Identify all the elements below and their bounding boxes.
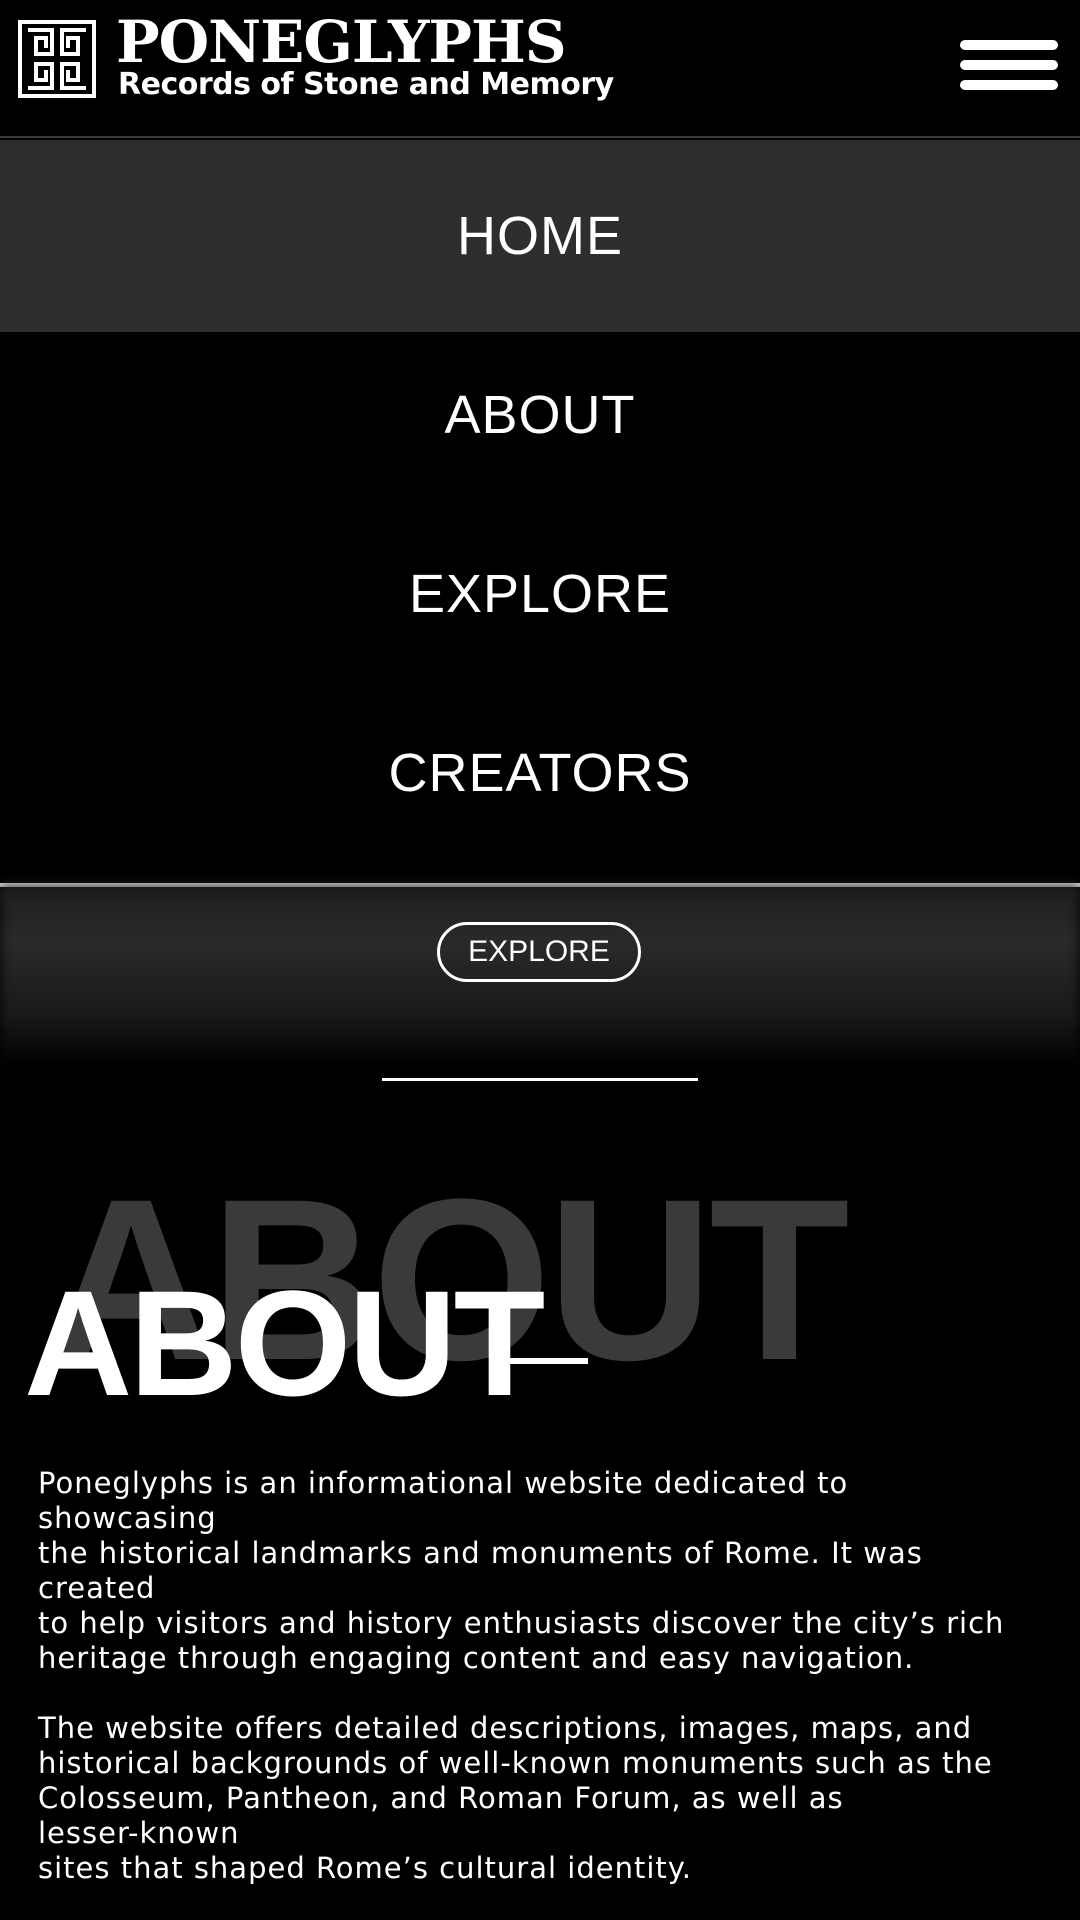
section-divider [382, 1078, 698, 1081]
about-text-line: Colosseum, Pantheon, and Roman Forum, as… [38, 1781, 844, 1815]
about-text-line: created [38, 1571, 156, 1605]
nav-item-home[interactable]: HOME [0, 140, 1080, 332]
menu-bar [960, 40, 1058, 50]
menu-bar [960, 60, 1058, 70]
menu-bar [960, 80, 1058, 90]
heading-underline [490, 1358, 588, 1364]
site-subtitle: Records of Stone and Memory [118, 67, 614, 102]
greek-key-icon[interactable] [18, 20, 96, 98]
about-text-line: The website offers detailed descriptions… [38, 1711, 973, 1745]
about-description: Poneglyphs is an informational website d… [38, 1466, 1038, 1886]
about-heading: ABOUT [24, 1259, 545, 1427]
nav-menu: HOME ABOUT EXPLORE CREATORS [0, 140, 1080, 885]
about-text-line: lesser-known [38, 1816, 240, 1850]
about-text-line: Poneglyphs is an informational website d… [38, 1466, 849, 1500]
hamburger-menu-icon[interactable] [960, 38, 1058, 98]
nav-item-creators[interactable]: CREATORS [0, 677, 1080, 869]
about-text-line: heritage through engaging content and ea… [38, 1641, 915, 1675]
about-text-line: showcasing [38, 1501, 217, 1535]
about-text-line: sites that shaped Rome’s cultural identi… [38, 1851, 693, 1885]
site-header: PONEGLYPHS Records of Stone and Memory [0, 0, 1080, 138]
about-text-line: to help visitors and history enthusiasts… [38, 1606, 1005, 1640]
about-text-line: historical backgrounds of well-known mon… [38, 1746, 993, 1780]
explore-button[interactable]: EXPLORE [437, 922, 641, 982]
about-text-line: the historical landmarks and monuments o… [38, 1536, 923, 1570]
nav-item-explore[interactable]: EXPLORE [0, 498, 1080, 690]
nav-item-about[interactable]: ABOUT [0, 319, 1080, 511]
